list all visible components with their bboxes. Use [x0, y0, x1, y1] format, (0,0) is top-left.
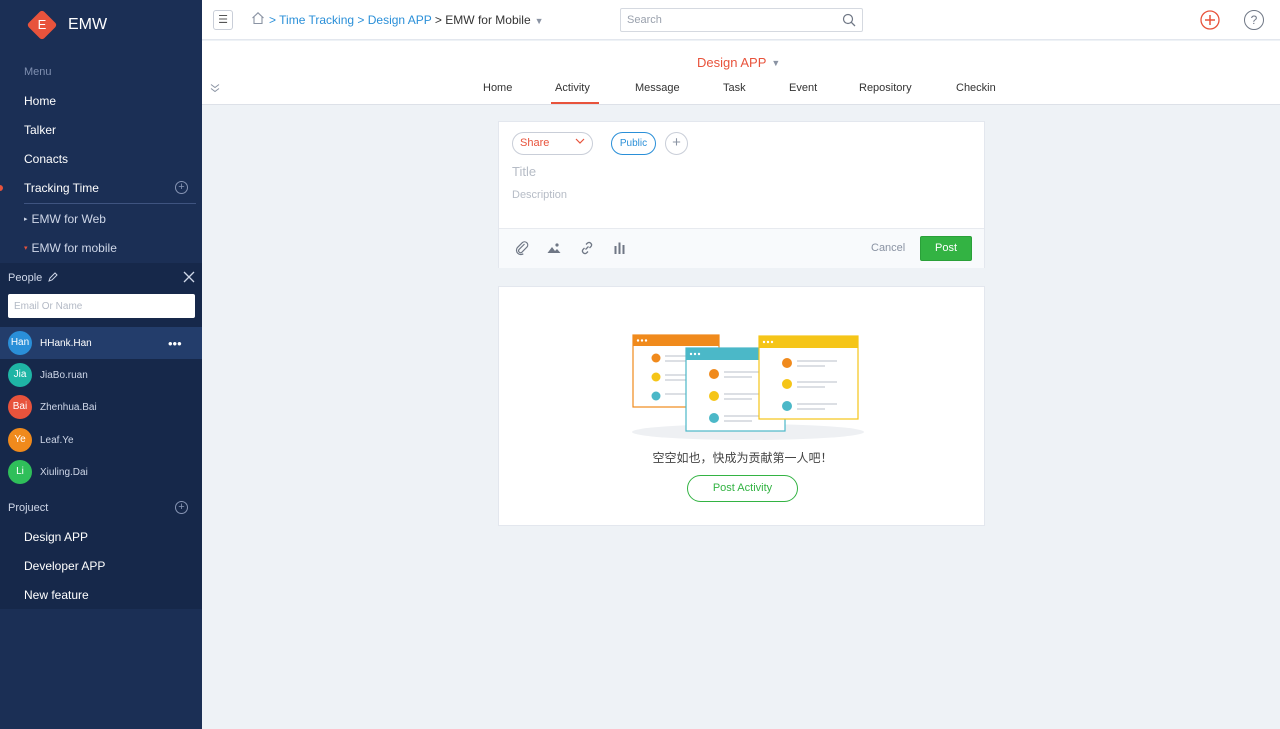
- avatar: Han: [8, 331, 32, 355]
- expand-down-icon: ▾: [24, 245, 28, 252]
- avatar: Bai: [8, 395, 32, 419]
- project-item-developer-app[interactable]: Developer APP: [24, 559, 105, 573]
- expand-right-icon: ▸: [24, 216, 28, 223]
- avatar: Jia: [8, 363, 32, 387]
- brand[interactable]: E EMW: [26, 9, 108, 41]
- person-row[interactable]: Han HHank.Han •••: [0, 327, 202, 359]
- home-icon[interactable]: [251, 11, 265, 25]
- search-box: [620, 8, 863, 32]
- active-tab-underline: [551, 102, 599, 104]
- person-row[interactable]: Jia JiaBo.ruan: [0, 359, 202, 391]
- add-circle-icon[interactable]: [1200, 10, 1220, 30]
- person-name: Leaf.Ye: [40, 434, 74, 446]
- add-project-icon[interactable]: +: [175, 501, 188, 514]
- avatar: Ye: [8, 428, 32, 452]
- tab-activity[interactable]: Activity: [555, 82, 590, 94]
- projects-title: Projuect: [8, 502, 49, 514]
- topbar: ☰ > Time Tracking > Design APP > EMW for…: [202, 0, 1280, 40]
- project-name: Design APP: [697, 55, 767, 70]
- divider: [24, 203, 196, 204]
- share-type-select[interactable]: Share: [512, 132, 593, 155]
- empty-activity-illustration: [632, 334, 864, 440]
- visibility-public-tag[interactable]: Public: [611, 132, 656, 155]
- caret-down-icon[interactable]: ▼: [535, 16, 544, 26]
- tab-event[interactable]: Event: [789, 82, 817, 94]
- project-switcher[interactable]: Design APP ▼: [697, 55, 780, 70]
- sidebar: E EMW Menu Home Talker Conacts Tracking …: [0, 0, 202, 729]
- image-icon[interactable]: [546, 240, 562, 256]
- hamburger-menu-icon[interactable]: ☰: [213, 10, 233, 30]
- tab-task[interactable]: Task: [723, 82, 746, 94]
- poll-chart-icon[interactable]: [612, 240, 628, 256]
- chevron-down-icon: [575, 138, 585, 144]
- sidebar-subitem-label: EMW for Web: [31, 212, 106, 226]
- people-title: People: [8, 272, 59, 284]
- person-row[interactable]: Ye Leaf.Ye: [0, 424, 202, 456]
- person-name: HHank.Han: [40, 337, 92, 349]
- empty-state-message: 空空如也，快成为贡献第一人吧！: [652, 451, 833, 465]
- activity-empty-card: 空空如也，快成为贡献第一人吧！ Post Activity: [498, 286, 985, 526]
- collapse-chevrons-icon[interactable]: [210, 83, 220, 96]
- breadcrumb-separator: >: [269, 13, 277, 27]
- sidebar-subitem-web[interactable]: ▸ EMW for Web: [24, 212, 106, 226]
- sidebar-item-contacts[interactable]: Conacts: [24, 152, 68, 166]
- active-indicator: [0, 185, 3, 191]
- add-tracking-icon[interactable]: +: [175, 181, 188, 194]
- breadcrumb-time-tracking[interactable]: Time Tracking: [279, 13, 354, 27]
- person-name: Zhenhua.Bai: [40, 401, 97, 413]
- person-row[interactable]: Bai Zhenhua.Bai: [0, 391, 202, 423]
- composer-card: Share Public + Cancel Post: [498, 121, 985, 268]
- post-activity-button[interactable]: Post Activity: [687, 475, 798, 502]
- search-input[interactable]: [621, 9, 831, 31]
- breadcrumb-design-app[interactable]: Design APP: [368, 13, 432, 27]
- brand-name: EMW: [68, 16, 108, 33]
- sidebar-item-home[interactable]: Home: [24, 94, 56, 108]
- link-icon[interactable]: [579, 240, 595, 256]
- people-search-input[interactable]: [8, 294, 195, 318]
- title-input[interactable]: [512, 161, 812, 181]
- logo-icon: E: [26, 9, 58, 41]
- description-input[interactable]: [512, 186, 812, 204]
- sidebar-subitem-label: EMW for mobile: [31, 241, 117, 255]
- add-tag-button[interactable]: +: [665, 132, 688, 155]
- project-item-design-app[interactable]: Design APP: [24, 530, 88, 544]
- cancel-button[interactable]: Cancel: [871, 242, 905, 254]
- tab-message[interactable]: Message: [635, 82, 680, 94]
- sidebar-subitem-mobile[interactable]: ▾ EMW for mobile: [24, 241, 117, 255]
- breadcrumb-separator: >: [434, 13, 442, 27]
- person-row[interactable]: Li Xiuling.Dai: [0, 456, 202, 488]
- breadcrumb-current[interactable]: EMW for Mobile: [445, 13, 530, 27]
- sidebar-item-talker[interactable]: Talker: [24, 123, 56, 137]
- attachment-icon[interactable]: [514, 240, 530, 256]
- close-icon[interactable]: [183, 270, 195, 286]
- person-name: JiaBo.ruan: [40, 369, 88, 381]
- tab-repository[interactable]: Repository: [859, 82, 912, 94]
- composer-toolbar: Cancel Post: [499, 228, 984, 268]
- more-options-icon[interactable]: •••: [168, 336, 182, 351]
- sidebar-item-tracking-time[interactable]: Tracking Time: [24, 181, 99, 195]
- help-icon[interactable]: ?: [1244, 10, 1264, 30]
- avatar: Li: [8, 460, 32, 484]
- menu-label: Menu: [24, 66, 52, 78]
- tab-checkin[interactable]: Checkin: [956, 82, 996, 94]
- caret-down-icon: ▼: [771, 58, 781, 68]
- share-select-value: Share: [520, 137, 550, 149]
- search-icon[interactable]: [842, 13, 856, 27]
- edit-pencil-icon[interactable]: [48, 272, 59, 282]
- breadcrumb-separator: >: [357, 13, 365, 27]
- post-button[interactable]: Post: [920, 236, 972, 261]
- project-header: Design APP ▼ Home Activity Message Task E…: [202, 41, 1280, 105]
- project-item-new-feature[interactable]: New feature: [24, 588, 89, 602]
- person-name: Xiuling.Dai: [40, 466, 88, 478]
- people-panel: People Han HHank.Han ••• Jia JiaBo.ruan …: [0, 263, 202, 609]
- people-title-text: People: [8, 272, 43, 284]
- tab-home[interactable]: Home: [483, 82, 512, 94]
- breadcrumb: > Time Tracking > Design APP > EMW for M…: [269, 13, 544, 27]
